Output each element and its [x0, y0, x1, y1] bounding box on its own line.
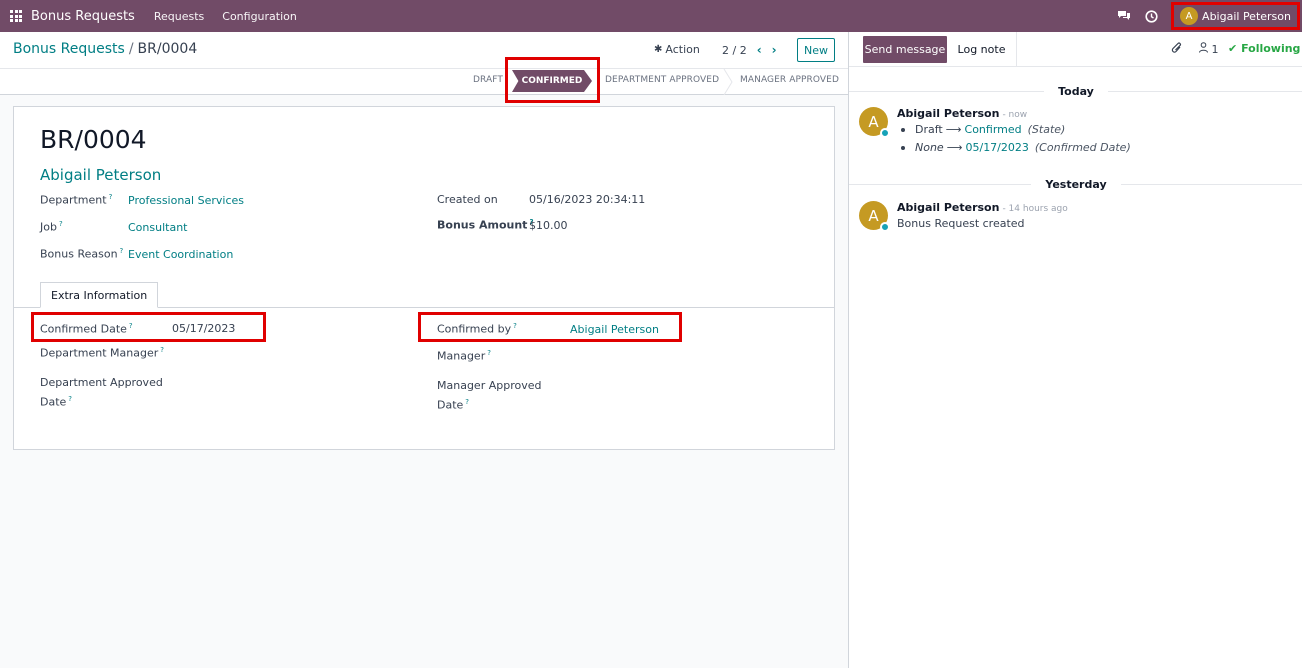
stage-draft[interactable]: DRAFT [473, 75, 503, 85]
paperclip-icon[interactable] [1171, 42, 1183, 58]
bonus-amount-field[interactable]: $10.00 [529, 219, 568, 232]
department-field[interactable]: Professional Services [128, 194, 244, 207]
control-panel: Bonus Requests / BR/0004 ✱ Action 2 / 2 ‹ … [0, 32, 848, 69]
confirmed-by-field[interactable]: Abigail Peterson [570, 323, 659, 336]
status-bar: DRAFT CONFIRMED DEPARTMENT APPROVED MANA… [0, 57, 848, 103]
send-message-button[interactable]: Send message [863, 36, 947, 63]
bonus-reason-field[interactable]: Event Coordination [128, 248, 233, 261]
chat-bubbles-icon[interactable] [1117, 9, 1131, 23]
department-manager-label: Department Manager? [40, 346, 164, 360]
confirmed-date-field[interactable]: 05/17/2023 [172, 322, 235, 335]
created-on-label: Created on [437, 193, 498, 206]
log-note-button[interactable]: Log note [947, 32, 1017, 67]
app-name[interactable]: Bonus Requests [31, 9, 135, 24]
bonus-reason-label: Bonus Reason? [40, 247, 124, 261]
breadcrumb-parent[interactable]: Bonus Requests [13, 41, 125, 57]
apps-menu-icon[interactable] [10, 10, 22, 22]
stage-confirmed[interactable]: CONFIRMED [512, 70, 592, 92]
chevron-right-icon[interactable]: › [772, 43, 777, 57]
pager: 2 / 2 ‹ › [722, 43, 777, 57]
clock-activity-icon[interactable] [1144, 9, 1158, 23]
stage-department-approved[interactable]: DEPARTMENT APPROVED [605, 75, 719, 85]
message-author: Abigail Peterson - now [897, 107, 1028, 120]
job-field[interactable]: Consultant [128, 221, 187, 234]
highlight-box-stage: CONFIRMED [505, 57, 600, 103]
created-on-value: 05/16/2023 20:34:11 [529, 193, 646, 206]
chatter-divider [849, 66, 1302, 67]
menu-requests[interactable]: Requests [154, 10, 204, 23]
followers-button[interactable]: 1 [1199, 42, 1219, 56]
new-button[interactable]: New [797, 38, 835, 62]
user-name: Abigail Peterson [1202, 9, 1291, 23]
action-label: Action [665, 43, 700, 56]
date-separator-yesterday: Yesterday [849, 177, 1302, 191]
message-avatar[interactable]: A [859, 107, 890, 138]
action-button[interactable]: ✱ Action [654, 43, 700, 56]
message-body: Bonus Request created [897, 217, 1025, 230]
job-label: Job? [40, 220, 63, 234]
stage-divider-icon [723, 69, 733, 95]
stage-manager-approved[interactable]: MANAGER APPROVED [740, 75, 839, 85]
record-reference: BR/0004 [40, 125, 147, 154]
top-navbar: Bonus Requests Requests Configuration A … [0, 0, 1302, 32]
confirmed-date-label: Confirmed Date? [40, 322, 133, 336]
date-separator-today: Today [849, 84, 1302, 98]
department-label: Department? [40, 193, 113, 207]
user-avatar: A [1180, 7, 1199, 25]
checkmark-icon: ✔ [1228, 42, 1238, 55]
message-author: Abigail Peterson - 14 hours ago [897, 201, 1068, 214]
followers-count: 1 [1211, 43, 1219, 56]
menu-configuration[interactable]: Configuration [222, 10, 297, 23]
department-approved-date-label: Department Approved Date? [40, 376, 163, 409]
breadcrumb-current: BR/0004 [137, 41, 198, 57]
manager-label: Manager? [437, 349, 491, 363]
form-sheet: BR/0004 Abigail Peterson Department? Pro… [13, 106, 835, 450]
pager-value[interactable]: 2 / 2 [722, 44, 747, 57]
person-icon [1199, 42, 1208, 53]
manager-approved-date-label: Manager Approved Date? [437, 379, 542, 412]
chatter-panel: Send message Log note 1 ✔ Following Toda… [848, 32, 1302, 668]
tracking-line-confirmed-date: None ⟶ 05/17/2023 (Confirmed Date) [901, 141, 1131, 154]
arrow-right-icon: ⟶ [946, 141, 963, 154]
tab-extra-information[interactable]: Extra Information [40, 282, 159, 308]
breadcrumb: Bonus Requests / BR/0004 [13, 41, 198, 57]
confirmed-by-label: Confirmed by? [437, 322, 517, 336]
following-button[interactable]: ✔ Following [1228, 42, 1300, 55]
chevron-left-icon[interactable]: ‹ [757, 43, 762, 57]
tracking-line-state: Draft ⟶ Confirmed (State) [901, 123, 1065, 136]
user-menu[interactable]: A Abigail Peterson [1171, 2, 1300, 30]
employee-name[interactable]: Abigail Peterson [40, 166, 161, 184]
gear-icon: ✱ [654, 44, 663, 55]
arrow-right-icon: ⟶ [945, 123, 962, 136]
bonus-amount-label: Bonus Amount? [437, 218, 534, 232]
message-avatar[interactable]: A [859, 201, 890, 232]
